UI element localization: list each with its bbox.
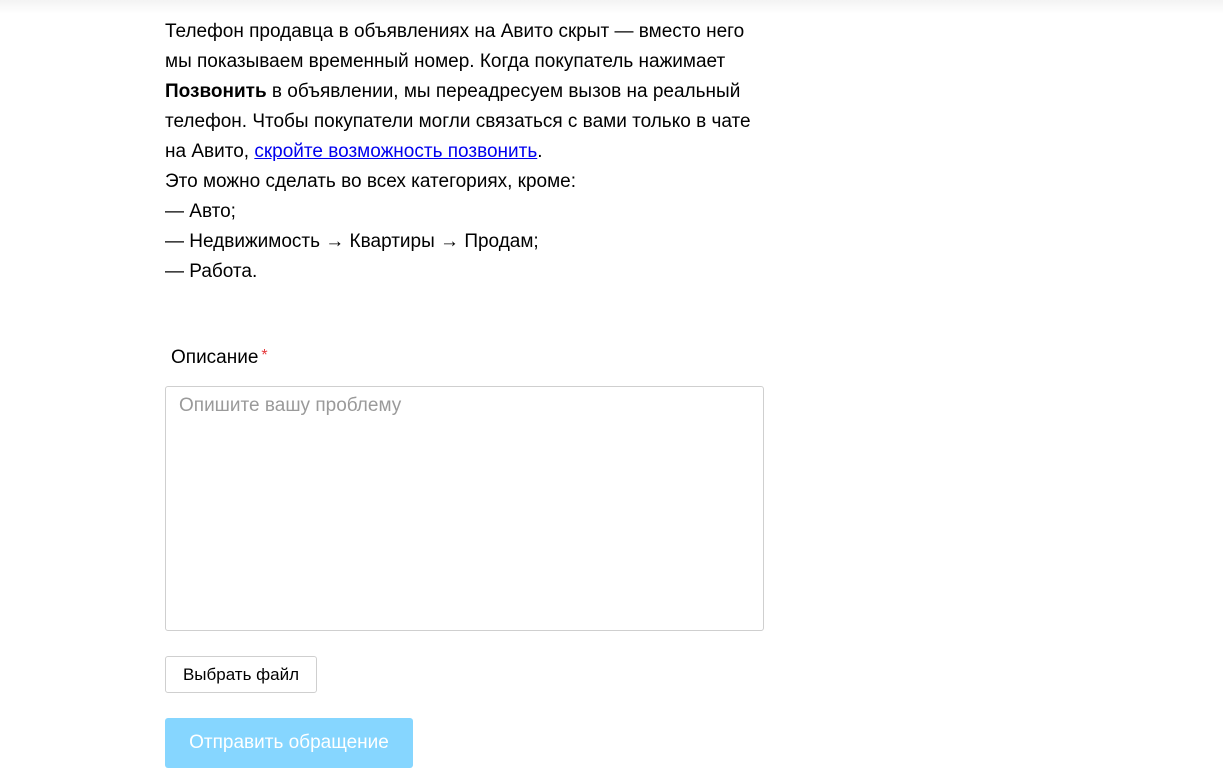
required-mark: *: [261, 347, 268, 364]
description-label-text: Описание: [171, 347, 259, 368]
top-shadow-bar: [0, 0, 1223, 14]
exception-item: — Авто;: [165, 201, 236, 222]
description-label: Описание *: [171, 343, 268, 373]
info-text-part: Телефон продавца в объявлениях на Авито …: [165, 21, 745, 72]
call-button-mention: Позвонить: [165, 81, 267, 102]
hide-call-link[interactable]: скройте возможность позвонить: [254, 141, 537, 162]
description-input[interactable]: [165, 386, 764, 631]
info-text: Телефон продавца в объявлениях на Авито …: [165, 17, 755, 287]
info-text-part: .: [537, 141, 543, 162]
exception-item: — Недвижимость → Квартиры → Продам;: [165, 231, 539, 252]
info-paragraph: Телефон продавца в объявлениях на Авито …: [165, 17, 755, 167]
support-form-content: Телефон продавца в объявлениях на Авито …: [165, 17, 765, 768]
choose-file-button[interactable]: Выбрать файл: [165, 656, 317, 693]
exception-item: — Работа.: [165, 261, 258, 282]
categories-note: Это можно сделать во всех категориях, кр…: [165, 171, 577, 192]
submit-request-button[interactable]: Отправить обращение: [165, 718, 413, 768]
